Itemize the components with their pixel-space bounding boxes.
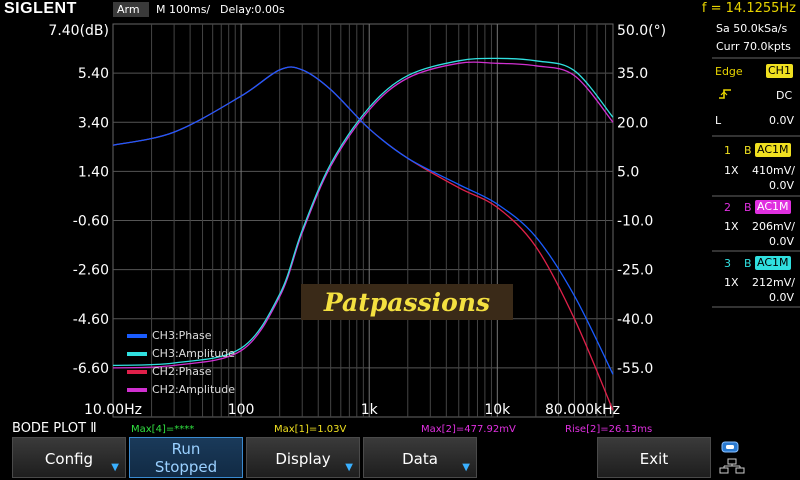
volts-per-div: 212mV/ xyxy=(752,276,795,289)
x-axis-label: 10.00Hz xyxy=(84,402,142,418)
panel-divider xyxy=(712,250,800,252)
volts-per-div: 206mV/ xyxy=(752,220,795,233)
right-axis-label: -55.0 xyxy=(617,361,653,377)
timebase-readout[interactable]: M 100ms/ xyxy=(156,2,210,17)
left-axis-label: -0.60 xyxy=(73,214,109,230)
left-axis-label: 3.40 xyxy=(78,115,109,131)
x-axis-label: 100 xyxy=(228,402,255,418)
trigger-coupling: DC xyxy=(776,89,793,102)
config-button[interactable]: Config ▼ xyxy=(12,437,126,478)
measurement-max-1: Max[1]=1.03V xyxy=(274,424,347,435)
memory-depth: Curr 70.0kpts xyxy=(716,40,791,53)
bode-plot-area[interactable]: 7.40(dB) 5.40 3.40 1.40 -0.60 -2.60 -4.60 -6.60… xyxy=(0,19,712,421)
empty-softkey xyxy=(480,437,594,478)
panel-divider xyxy=(712,57,800,59)
left-axis-label: -2.60 xyxy=(73,263,109,279)
coupling-badge: AC1M xyxy=(755,200,791,214)
data-label: Data xyxy=(402,450,438,468)
right-axis-label: -40.0 xyxy=(617,312,653,328)
right-axis-label: 35.0 xyxy=(617,66,648,82)
left-axis-label: -6.60 xyxy=(73,361,109,377)
coupling-badge: AC1M xyxy=(755,256,791,270)
legend-swatch xyxy=(127,352,147,356)
left-axis-label: -4.60 xyxy=(73,312,109,328)
left-axis-label: 1.40 xyxy=(78,164,109,180)
left-axis-label: 7.40(dB) xyxy=(48,23,109,39)
chevron-down-icon: ▼ xyxy=(462,462,470,473)
bandwidth-limit: B xyxy=(744,201,752,214)
chevron-down-icon: ▼ xyxy=(345,462,353,473)
brand-logo: SIGLENT xyxy=(4,0,77,17)
run-status-label: Run Stopped xyxy=(130,440,242,476)
sample-rate: Sa 50.0kSa/s xyxy=(716,22,788,35)
probe-ratio: 1X xyxy=(724,276,739,289)
right-axis-label: 50.0(°) xyxy=(617,23,666,39)
chevron-down-icon: ▼ xyxy=(111,462,119,473)
watermark-text: Patpassions xyxy=(323,288,490,317)
rising-edge-icon xyxy=(719,89,731,99)
display-label: Display xyxy=(275,450,331,468)
measurement-max-4: Max[4]=**** xyxy=(131,424,195,435)
probe-ratio: 1X xyxy=(724,164,739,177)
config-label: Config xyxy=(44,450,94,468)
trigger-level: 0.0V xyxy=(769,114,795,127)
x-axis-label: 80.000kHz xyxy=(545,402,620,418)
volts-per-div: 410mV/ xyxy=(752,164,795,177)
trigger-status[interactable]: Arm xyxy=(113,2,149,17)
stopped-label: Stopped xyxy=(154,458,218,476)
channel-offset: 0.0V xyxy=(769,291,795,304)
left-axis-label: 5.40 xyxy=(78,66,109,82)
x-axis-label: 1k xyxy=(361,402,379,418)
network-icon xyxy=(719,441,745,474)
x-axis-label: 10k xyxy=(484,402,511,418)
legend-label: CH2:Amplitude xyxy=(152,383,235,396)
bode-plot-title: BODE PLOT Ⅱ xyxy=(12,421,97,436)
legend-label: CH3:Amplitude xyxy=(152,347,235,360)
data-button[interactable]: Data ▼ xyxy=(363,437,477,478)
bode-chart: 7.40(dB) 5.40 3.40 1.40 -0.60 -2.60 -4.60 -6.60… xyxy=(48,23,666,418)
panel-divider xyxy=(712,195,800,197)
exit-button[interactable]: Exit xyxy=(597,437,711,478)
channel-offset: 0.0V xyxy=(769,179,795,192)
measurement-max-2: Max[2]=477.92mV xyxy=(421,424,516,435)
run-stopped-button[interactable]: Run Stopped xyxy=(129,437,243,478)
measurement-rise-2: Rise[2]=26.13ms xyxy=(565,424,653,435)
right-axis-label: 20.0 xyxy=(617,115,648,131)
channel-number: 2 xyxy=(724,201,731,214)
exit-label: Exit xyxy=(639,450,669,468)
status-bar: SIGLENT Arm M 100ms/ Delay:0.00s f = 14.… xyxy=(0,0,800,19)
legend-label: CH2:Phase xyxy=(152,365,212,378)
panel-divider xyxy=(712,135,800,137)
right-axis-label: 5.0 xyxy=(617,164,639,180)
trigger-level-label: L xyxy=(715,114,722,127)
right-info-panel: Sa 50.0kSa/s Curr 70.0kpts Edge CH1 DC L… xyxy=(712,19,800,421)
right-axis-label: -25.0 xyxy=(617,263,653,279)
probe-ratio: 1X xyxy=(724,220,739,233)
legend-swatch xyxy=(127,370,147,374)
bandwidth-limit: B xyxy=(744,257,752,270)
trigger-type: Edge xyxy=(715,65,743,78)
trigger-source-badge: CH1 xyxy=(766,64,793,78)
channel-number: 1 xyxy=(724,144,731,157)
run-label: Run xyxy=(171,440,201,458)
right-axis-label: -10.0 xyxy=(617,214,653,230)
display-button[interactable]: Display ▼ xyxy=(246,437,360,478)
bandwidth-limit: B xyxy=(744,144,752,157)
legend-swatch xyxy=(127,334,147,338)
channel-number: 3 xyxy=(724,257,731,270)
legend-label: CH3:Phase xyxy=(152,329,212,342)
softkey-bar: Config ▼ Run Stopped Display ▼ Data ▼ Ex… xyxy=(0,437,800,480)
legend-swatch xyxy=(127,388,147,392)
panel-divider xyxy=(712,306,800,308)
frequency-counter: f = 14.1255Hz xyxy=(701,1,796,16)
coupling-badge: AC1M xyxy=(755,143,791,157)
delay-readout[interactable]: Delay:0.00s xyxy=(220,2,285,17)
channel-offset: 0.0V xyxy=(769,235,795,248)
